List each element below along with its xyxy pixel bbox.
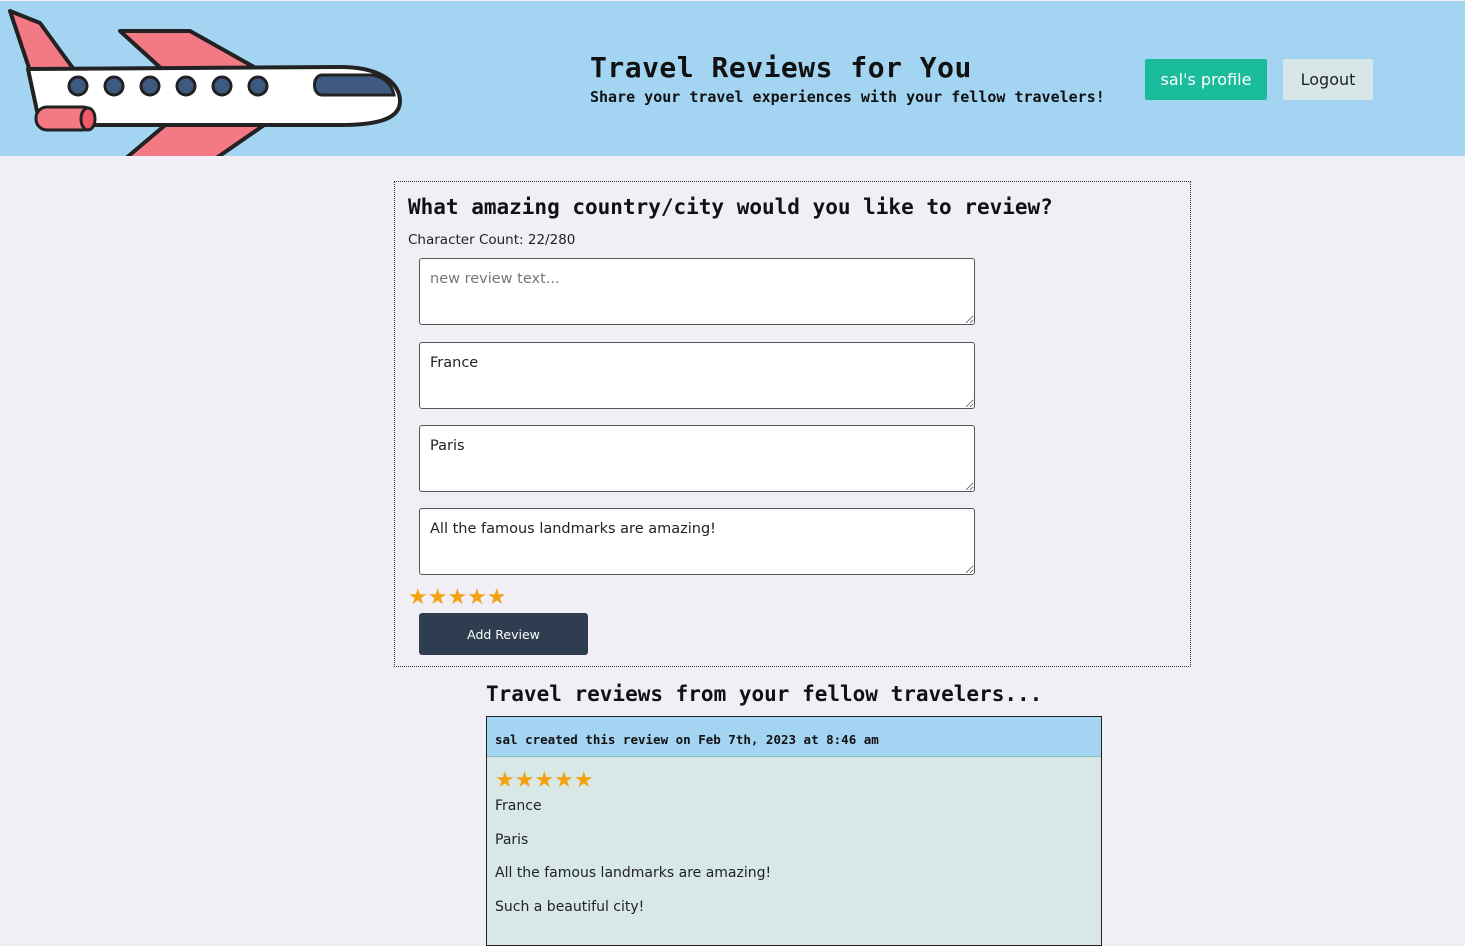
star-rating-input[interactable]: ★★★★★ <box>408 585 507 609</box>
review-comment: All the famous landmarks are amazing! <box>495 865 772 881</box>
country-input[interactable]: France <box>419 342 975 409</box>
add-review-button[interactable]: Add Review <box>419 613 588 655</box>
review-card: sal created this review on Feb 7th, 2023… <box>486 716 1102 946</box>
site-header: Travel Reviews for You Share your travel… <box>0 1 1465 156</box>
review-form: What amazing country/city would you like… <box>394 181 1191 667</box>
logout-button[interactable]: Logout <box>1283 59 1373 100</box>
airplane-icon <box>8 9 402 156</box>
reviews-heading: Travel reviews from your fellow traveler… <box>486 682 1043 706</box>
review-meta: sal created this review on Feb 7th, 2023… <box>487 717 1101 757</box>
comment-input[interactable]: All the famous landmarks are amazing! <box>419 508 975 575</box>
review-text-input[interactable] <box>419 258 975 325</box>
profile-button[interactable]: sal's profile <box>1145 59 1267 100</box>
site-title: Travel Reviews for You <box>590 51 972 84</box>
city-input[interactable]: Paris <box>419 425 975 492</box>
review-star-rating: ★★★★★ <box>495 767 594 792</box>
review-country: France <box>495 798 542 814</box>
review-extra-comment: Such a beautiful city! <box>495 899 645 915</box>
character-count: Character Count: 22/280 <box>408 232 576 248</box>
form-heading: What amazing country/city would you like… <box>408 195 1053 219</box>
review-city: Paris <box>495 832 529 848</box>
site-subtitle: Share your travel experiences with your … <box>590 88 1105 106</box>
